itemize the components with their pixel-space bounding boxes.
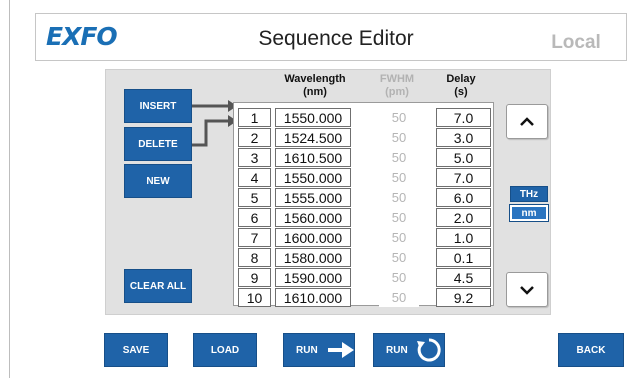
fwhm-cell[interactable]: 50 xyxy=(379,108,419,127)
load-button[interactable]: LOAD xyxy=(193,333,257,367)
delay-header-label: Delay xyxy=(446,73,476,85)
mode-indicator: Local xyxy=(551,32,601,53)
unit-nm-button[interactable]: nm xyxy=(509,204,549,222)
wavelength-cell[interactable]: 1550.000 xyxy=(275,108,351,127)
run-button[interactable]: RUN xyxy=(283,333,355,367)
fwhm-cell[interactable]: 50 xyxy=(379,208,419,227)
wavelength-cell[interactable]: 1600.000 xyxy=(275,228,351,247)
wavelength-cell[interactable]: 1524.500 xyxy=(275,128,351,147)
fwhm-cell[interactable]: 50 xyxy=(379,128,419,147)
row-index-cell: 2 xyxy=(238,128,271,147)
wavelength-cell[interactable]: 1580.000 xyxy=(275,248,351,267)
exfo-logo: EXFO xyxy=(46,22,118,51)
wavelength-cell[interactable]: 1610.000 xyxy=(275,288,351,307)
wavelength-header: Wavelength (nm) xyxy=(275,73,355,99)
scroll-up-button[interactable] xyxy=(506,104,548,139)
page-title: Sequence Editor xyxy=(258,27,414,50)
chevron-up-icon xyxy=(520,116,534,126)
unit-selector: THz nm xyxy=(503,181,551,229)
wavelength-header-label: Wavelength xyxy=(284,73,346,85)
delay-header-unit: (s) xyxy=(454,86,468,98)
loop-icon xyxy=(416,338,441,362)
wavelength-header-unit: (nm) xyxy=(303,86,327,98)
row-index-cell: 1 xyxy=(238,108,271,127)
run-button-label: RUN xyxy=(296,344,318,356)
row-index-cell: 10 xyxy=(238,288,271,307)
row-index-cell: 3 xyxy=(238,148,271,167)
fwhm-cell[interactable]: 50 xyxy=(379,268,419,287)
wavelength-cell[interactable]: 1560.000 xyxy=(275,208,351,227)
delay-header: Delay (s) xyxy=(436,73,486,99)
delay-cell[interactable]: 7.0 xyxy=(436,108,491,127)
new-button[interactable]: NEW xyxy=(124,164,192,198)
wavelength-cell[interactable]: 1590.000 xyxy=(275,268,351,287)
insert-delete-connector-icon xyxy=(192,100,237,147)
delay-cell[interactable]: 6.0 xyxy=(436,188,491,207)
fwhm-header: FWHM (pm) xyxy=(372,73,422,99)
delay-cell[interactable]: 1.0 xyxy=(436,228,491,247)
row-index-cell: 6 xyxy=(238,208,271,227)
row-index-cell: 8 xyxy=(238,248,271,267)
sequence-editor-screen: EXFO Sequence Editor Local INSERT DELETE… xyxy=(0,0,640,378)
sequence-table: 1 1550.000 50 7.0 2 1524.500 50 3.0 3 1610.500 50 5… xyxy=(233,102,494,307)
fwhm-cell[interactable]: 50 xyxy=(379,188,419,207)
insert-button[interactable]: INSERT xyxy=(124,89,192,123)
delay-cell[interactable]: 4.5 xyxy=(436,268,491,287)
arrow-right-icon xyxy=(327,342,354,358)
fwhm-header-unit: (pm) xyxy=(385,86,409,98)
fwhm-header-label: FWHM xyxy=(379,73,415,85)
back-button[interactable]: BACK xyxy=(558,333,624,367)
left-divider xyxy=(9,0,10,378)
header-bar: EXFO Sequence Editor Local xyxy=(35,13,627,61)
scroll-down-button[interactable] xyxy=(506,272,548,307)
run-loop-button[interactable]: RUN xyxy=(373,333,445,367)
delay-cell[interactable]: 0.1 xyxy=(436,248,491,267)
unit-thz-button[interactable]: THz xyxy=(510,186,548,202)
fwhm-cell[interactable]: 50 xyxy=(379,228,419,247)
fwhm-cell[interactable]: 50 xyxy=(379,168,419,187)
wavelength-cell[interactable]: 1610.500 xyxy=(275,148,351,167)
chevron-down-icon xyxy=(520,285,534,295)
fwhm-cell[interactable]: 50 xyxy=(379,148,419,167)
clear-all-button[interactable]: CLEAR ALL xyxy=(124,269,192,303)
wavelength-cell[interactable]: 1550.000 xyxy=(275,168,351,187)
delay-cell[interactable]: 3.0 xyxy=(436,128,491,147)
run-loop-button-label: RUN xyxy=(386,344,408,356)
delay-cell[interactable]: 2.0 xyxy=(436,208,491,227)
fwhm-cell[interactable]: 50 xyxy=(379,288,419,307)
row-index-cell: 5 xyxy=(238,188,271,207)
row-index-cell: 9 xyxy=(238,268,271,287)
save-button[interactable]: SAVE xyxy=(104,333,168,367)
wavelength-cell[interactable]: 1555.000 xyxy=(275,188,351,207)
fwhm-cell[interactable]: 50 xyxy=(379,248,419,267)
row-index-cell: 7 xyxy=(238,228,271,247)
delete-button[interactable]: DELETE xyxy=(124,127,192,161)
delay-cell[interactable]: 7.0 xyxy=(436,168,491,187)
delay-cell[interactable]: 5.0 xyxy=(436,148,491,167)
row-index-cell: 4 xyxy=(238,168,271,187)
delay-cell[interactable]: 9.2 xyxy=(436,288,491,307)
